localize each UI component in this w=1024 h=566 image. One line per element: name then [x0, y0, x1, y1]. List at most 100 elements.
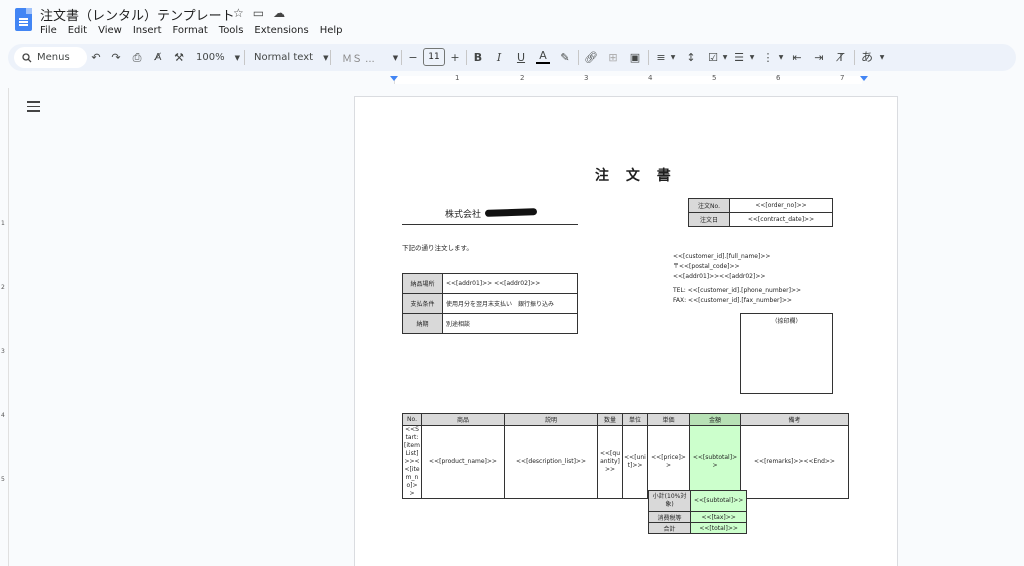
- italic-icon[interactable]: I: [492, 50, 506, 65]
- left-indent-marker[interactable]: [390, 76, 398, 81]
- cell-unit: <<[unit]>>: [622, 425, 648, 499]
- clear-formatting-icon[interactable]: T̸: [834, 50, 848, 65]
- col-header-amount: 金額: [689, 413, 741, 426]
- intro-text: 下記の通り注文します。: [402, 244, 473, 252]
- document-page[interactable]: 注 文 書 株式会社 下記の通り注文します。 注文No. <<[order_no…: [354, 96, 898, 566]
- total-value: <<[total]>>: [689, 522, 748, 534]
- docs-logo-icon[interactable]: [15, 8, 32, 31]
- table-header-row: No. 商品 説明 数量 単位 単価 金額 備考: [402, 413, 849, 426]
- vertical-ruler[interactable]: 1 2 3 4 5: [0, 88, 9, 566]
- style-select[interactable]: Normal text ▼: [254, 44, 329, 71]
- increase-font-icon[interactable]: +: [448, 50, 462, 65]
- cloud-saved-icon[interactable]: ☁: [273, 6, 285, 20]
- right-indent-marker[interactable]: [860, 76, 868, 81]
- menu-extensions[interactable]: Extensions: [254, 25, 308, 36]
- col-header-no: No.: [402, 413, 422, 426]
- tax-value: <<[tax]>>: [689, 511, 748, 523]
- ruler-number: 1: [455, 74, 460, 82]
- link-icon[interactable]: 🔗︎: [584, 50, 598, 65]
- zoom-select[interactable]: 100% ▼: [196, 44, 240, 71]
- table-row: 納品場所 <<[addr01]>> <<[addr02]>>: [402, 273, 578, 294]
- document-outline-icon[interactable]: [27, 101, 40, 112]
- bold-icon[interactable]: B: [471, 50, 485, 65]
- spellcheck-icon[interactable]: A̸: [151, 50, 165, 65]
- checklist-dropdown-icon[interactable]: ▼: [718, 50, 732, 65]
- menu-insert[interactable]: Insert: [133, 25, 162, 36]
- image-icon[interactable]: ▣: [628, 50, 642, 65]
- increase-indent-icon[interactable]: ⇥: [812, 50, 826, 65]
- col-header-description: 説明: [504, 413, 598, 426]
- numbered-dropdown-icon[interactable]: ▼: [774, 50, 788, 65]
- col-header-price: 単価: [647, 413, 690, 426]
- payment-terms-label: 支払条件: [402, 293, 443, 314]
- ruler-track: [394, 76, 862, 84]
- menu-view[interactable]: View: [98, 25, 122, 36]
- menu-edit[interactable]: Edit: [68, 25, 87, 36]
- print-icon[interactable]: ⎙: [130, 50, 144, 65]
- summary-table: 小計(10%対象) <<[subtotal]>> 消費税等 <<[tax]>> …: [648, 490, 748, 534]
- vruler-number: 1: [1, 220, 5, 227]
- customer-fax: FAX: <<[customer_id].[fax_number]>>: [673, 297, 792, 304]
- highlight-icon[interactable]: ✎: [558, 50, 572, 65]
- font-select[interactable]: ＭＳ ... ▼: [342, 44, 398, 71]
- redaction-mark: [484, 208, 538, 217]
- vruler-number: 3: [1, 348, 5, 355]
- paint-format-icon[interactable]: ⚒: [172, 50, 186, 65]
- decrease-indent-icon[interactable]: ⇤: [790, 50, 804, 65]
- table-row: 合計 <<[total]>>: [648, 522, 748, 534]
- cell-product: <<[product_name]>>: [421, 425, 505, 499]
- col-header-unit: 単位: [622, 413, 648, 426]
- subtotal-value: <<[subtotal]>>: [689, 490, 748, 512]
- delivery-date-value: 別途相談: [442, 313, 578, 334]
- vruler-number: 4: [1, 412, 5, 419]
- tax-label: 消費税等: [648, 511, 691, 523]
- menu-help[interactable]: Help: [320, 25, 343, 36]
- align-dropdown-icon[interactable]: ▼: [666, 50, 680, 65]
- horizontal-ruler[interactable]: 1 2 3 4 5 6 7: [354, 74, 898, 85]
- stamp-box: （捺印欄）: [740, 313, 833, 394]
- underline-icon[interactable]: U: [514, 50, 528, 65]
- menu-file[interactable]: File: [40, 25, 57, 36]
- input-tools-dropdown-icon[interactable]: ▼: [875, 50, 889, 65]
- order-no-value: <<[order_no]>>: [729, 198, 833, 213]
- menu-tools[interactable]: Tools: [219, 25, 244, 36]
- zoom-value: 100%: [196, 52, 225, 63]
- cell-remarks: <<[remarks]>><<End>>: [740, 425, 849, 499]
- menus-search[interactable]: Menus: [14, 47, 87, 68]
- comment-icon[interactable]: ⊞: [606, 50, 620, 65]
- numbered-list-icon[interactable]: ⋮: [761, 50, 775, 65]
- subtotal-label: 小計(10%対象): [648, 490, 691, 512]
- text-color-icon[interactable]: A: [536, 50, 550, 64]
- table-row: <<Start:[item List]>><<[item_no]>> <<[pr…: [402, 425, 849, 499]
- col-header-quantity: 数量: [597, 413, 623, 426]
- input-tools-icon[interactable]: あ: [860, 50, 874, 65]
- bullet-dropdown-icon[interactable]: ▼: [745, 50, 759, 65]
- table-row: 納期 別途相談: [402, 313, 578, 334]
- move-folder-icon[interactable]: ▭: [253, 6, 264, 20]
- ruler-number: 3: [584, 74, 589, 82]
- decrease-font-icon[interactable]: −: [406, 50, 420, 65]
- stamp-label: （捺印欄）: [771, 318, 802, 325]
- redo-icon[interactable]: ↷: [109, 50, 123, 65]
- order-info-table: 注文No. <<[order_no]>> 注文日 <<[contract_dat…: [688, 198, 833, 227]
- table-row: 小計(10%対象) <<[subtotal]>>: [648, 490, 748, 512]
- cell-description: <<[description_list]>>: [504, 425, 598, 499]
- col-header-remarks: 備考: [740, 413, 849, 426]
- ruler-number: 4: [648, 74, 653, 82]
- delivery-place-label: 納品場所: [402, 273, 443, 294]
- search-icon: [22, 52, 32, 62]
- table-row: 消費税等 <<[tax]>>: [648, 511, 748, 523]
- font-size-input[interactable]: 11: [423, 48, 445, 66]
- ruler-number: 6: [776, 74, 781, 82]
- line-spacing-icon[interactable]: ↕: [684, 50, 698, 65]
- ruler-number: 7: [840, 74, 845, 82]
- table-row: 支払条件 使用月分を翌月末支払い 銀行振り込み: [402, 293, 578, 314]
- menu-format[interactable]: Format: [173, 25, 208, 36]
- order-no-label: 注文No.: [688, 198, 730, 213]
- vruler-number: 5: [1, 476, 5, 483]
- star-icon[interactable]: ☆: [233, 6, 244, 20]
- undo-icon[interactable]: ↶: [89, 50, 103, 65]
- customer-info: <<[customer_id].[full_name]>> 〒<<[postal…: [673, 252, 801, 306]
- document-title[interactable]: 注文書（レンタル）テンプレート: [40, 5, 235, 24]
- bulleted-list-icon[interactable]: ☰: [732, 50, 746, 65]
